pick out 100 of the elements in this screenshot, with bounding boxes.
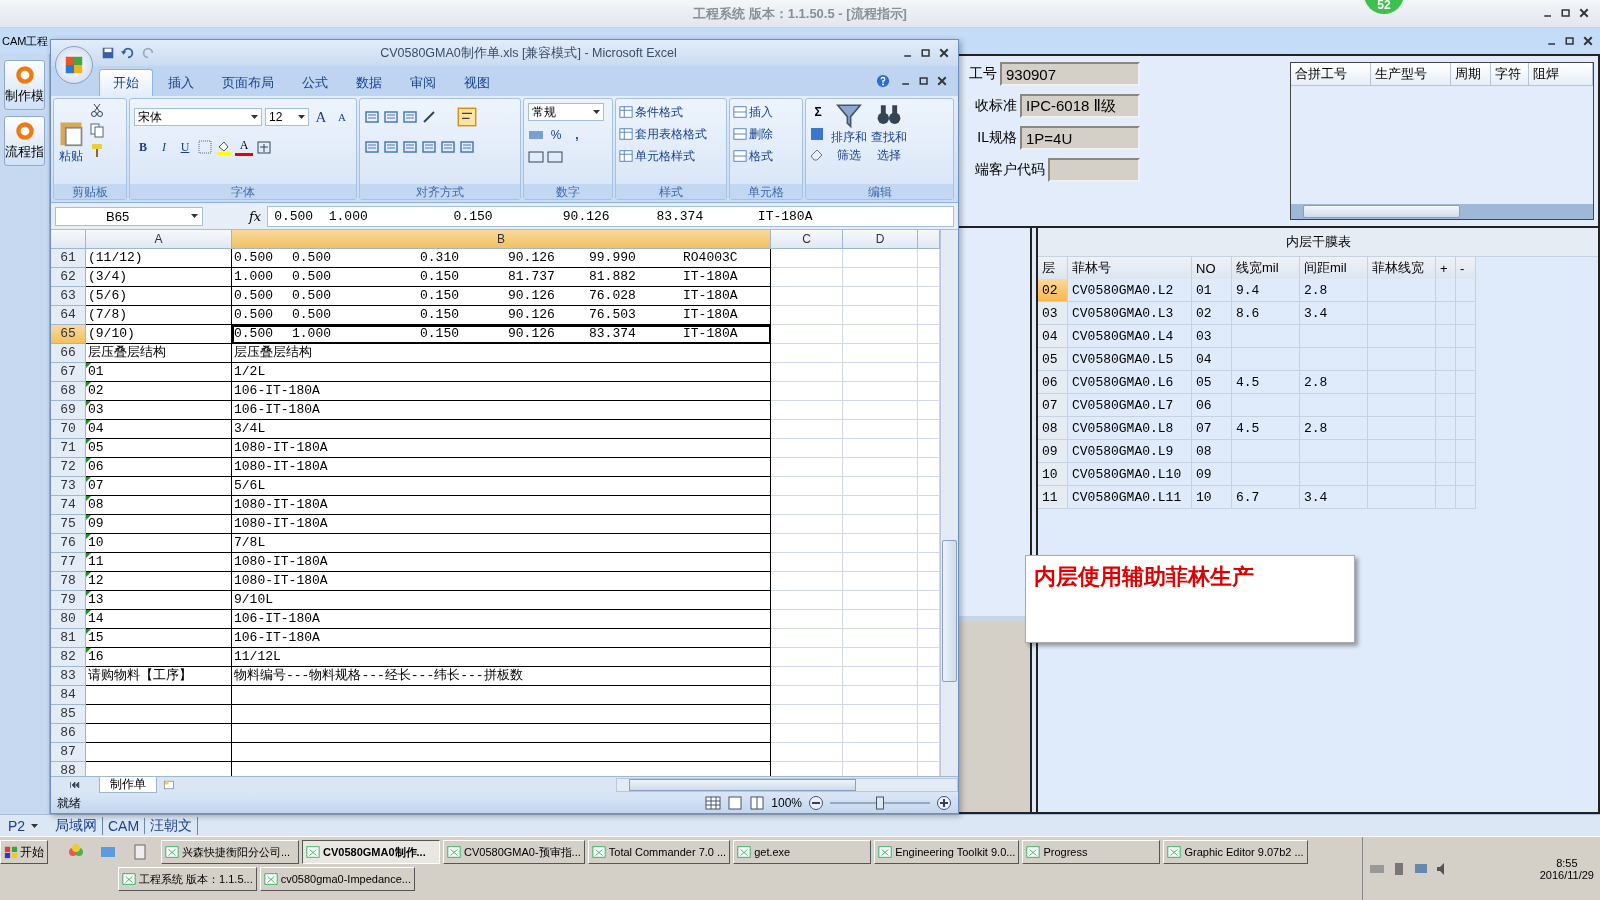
restore-icon[interactable]	[920, 47, 932, 59]
ribbon-tab[interactable]: 页面布局	[209, 70, 287, 96]
column-header[interactable]: D	[843, 230, 918, 249]
column-header[interactable]: 周期	[1451, 63, 1491, 86]
sidebar-button[interactable]: 制作模	[4, 60, 45, 110]
align-right-icon[interactable]	[402, 139, 418, 155]
wrap-text-icon[interactable]	[457, 107, 477, 127]
ribbon-tab[interactable]: 视图	[451, 70, 503, 96]
merge-cells-icon[interactable]	[459, 139, 475, 155]
paste-button[interactable]: 粘贴	[57, 102, 85, 181]
zoom-out-icon[interactable]	[808, 795, 824, 811]
scrollbar[interactable]	[1291, 204, 1593, 219]
start-button[interactable]: 开始	[0, 840, 48, 864]
row-header[interactable]: 68	[51, 382, 86, 401]
row-header[interactable]: 88	[51, 762, 86, 776]
close-icon[interactable]	[1578, 7, 1590, 19]
scrollbar[interactable]	[940, 230, 958, 776]
column-header[interactable]: 菲林号	[1068, 257, 1192, 279]
find-select-button[interactable]: 查找和 选择	[871, 102, 907, 181]
taskbar-button[interactable]: 工程系统 版本：1.1.5...	[118, 867, 257, 891]
ribbon-button[interactable]: 单元格样式	[619, 146, 723, 166]
taskbar-button[interactable]: Graphic Editor 9.07b2 ...	[1163, 840, 1308, 864]
table-cell[interactable]: 08	[1038, 417, 1068, 440]
align-middle-icon[interactable]	[383, 109, 399, 125]
increase-indent-icon[interactable]	[440, 139, 456, 155]
restore-icon[interactable]	[1560, 7, 1572, 19]
row-header[interactable]: 67	[51, 363, 86, 382]
row-header[interactable]: 74	[51, 496, 86, 515]
underline-button[interactable]: U	[176, 137, 194, 157]
font-size-dropdown[interactable]: 12	[265, 108, 309, 126]
column-header[interactable]: NO	[1192, 257, 1232, 279]
bold-button[interactable]: B	[134, 137, 152, 157]
formula-field[interactable]: 0.500 1.000 0.150 90.126 83.374 IT-180A	[267, 205, 954, 227]
autosum-button[interactable]: Σ	[809, 102, 827, 122]
column-header[interactable]: 线宽mil	[1232, 257, 1300, 279]
table-cell[interactable]: 09	[1038, 440, 1068, 463]
column-header[interactable]: B	[232, 230, 771, 249]
row-header[interactable]: 79	[51, 591, 86, 610]
copy-icon[interactable]	[89, 122, 105, 138]
decrease-indent-icon[interactable]	[421, 139, 437, 155]
function-button[interactable]: fx	[249, 208, 262, 224]
ribbon-tab[interactable]: 公式	[289, 70, 341, 96]
normal-view-icon[interactable]	[705, 795, 722, 811]
format-painter-icon[interactable]	[89, 142, 105, 158]
row-header[interactable]: 78	[51, 572, 86, 591]
taskbar-button[interactable]: get.exe	[733, 840, 872, 864]
tab[interactable]: 局域网	[50, 816, 103, 835]
font-color-button[interactable]: A	[235, 138, 253, 156]
row-header[interactable]: 61	[51, 249, 86, 268]
row-header[interactable]: 66	[51, 344, 86, 363]
input-field[interactable]: IPC-6018 Ⅱ级	[1020, 94, 1140, 118]
input-field[interactable]: 930907	[1000, 62, 1140, 86]
row-header[interactable]: 82	[51, 648, 86, 667]
taskbar-button[interactable]: CV0580GMA0-预审指...	[443, 840, 585, 864]
number-format-dropdown[interactable]: 常规	[528, 103, 604, 121]
row-header[interactable]: 75	[51, 515, 86, 534]
scissors-icon[interactable]	[89, 102, 105, 118]
row-header[interactable]: 86	[51, 724, 86, 743]
taskbar-button[interactable]: 兴森快捷衡阳分公司...	[161, 840, 299, 864]
table-cell[interactable]: 04	[1038, 325, 1068, 348]
table-cell[interactable]: 10	[1038, 463, 1068, 486]
row-header[interactable]: 80	[51, 610, 86, 629]
column-header[interactable]: 菲林线宽	[1368, 257, 1436, 279]
row-header[interactable]: 73	[51, 477, 86, 496]
column-header[interactable]: 阻焊	[1529, 63, 1593, 86]
table-cell[interactable]: 06	[1038, 371, 1068, 394]
align-center-icon[interactable]	[383, 139, 399, 155]
taskbar-button[interactable]: CV0580GMA0制作...	[302, 840, 440, 864]
row-header[interactable]: 81	[51, 629, 86, 648]
phonetic-guide-icon[interactable]	[256, 139, 272, 155]
page-break-icon[interactable]	[749, 795, 766, 811]
zoom-level[interactable]: 100%	[771, 796, 802, 810]
column-header[interactable]: 字符	[1491, 63, 1529, 86]
restore-icon[interactable]	[1564, 35, 1576, 47]
page-layout-icon[interactable]	[727, 795, 744, 811]
percent-button[interactable]: %	[547, 125, 565, 145]
name-box[interactable]: B65	[55, 206, 203, 226]
column-header[interactable]: 间距mil	[1300, 257, 1368, 279]
tab[interactable]: CAM	[103, 817, 146, 834]
column-header[interactable]: 合拼工号	[1291, 63, 1371, 86]
column-header[interactable]: 层	[1038, 257, 1068, 279]
ribbon-tab[interactable]: 数据	[343, 70, 395, 96]
input-field[interactable]	[1048, 158, 1140, 182]
close-icon[interactable]	[936, 75, 948, 87]
input-field[interactable]: 1P=4U	[1020, 126, 1140, 150]
dropdown[interactable]: P2	[0, 817, 50, 834]
zoom-in-icon[interactable]	[936, 795, 952, 811]
row-header[interactable]: 87	[51, 743, 86, 762]
row-header[interactable]: 77	[51, 553, 86, 572]
shrink-font-button[interactable]: A	[333, 107, 351, 127]
ribbon-tab[interactable]: 审阅	[397, 70, 449, 96]
tab[interactable]: 汪朝文	[145, 816, 199, 835]
row-header[interactable]: 83	[51, 667, 86, 686]
ribbon-button[interactable]: 格式	[733, 146, 799, 166]
column-header[interactable]: A	[86, 230, 232, 249]
row-header[interactable]: 76	[51, 534, 86, 553]
help-icon[interactable]	[876, 74, 890, 88]
close-icon[interactable]	[938, 47, 950, 59]
orientation-icon[interactable]	[421, 109, 437, 125]
sort-filter-button[interactable]: 排序和 筛选	[831, 102, 867, 181]
